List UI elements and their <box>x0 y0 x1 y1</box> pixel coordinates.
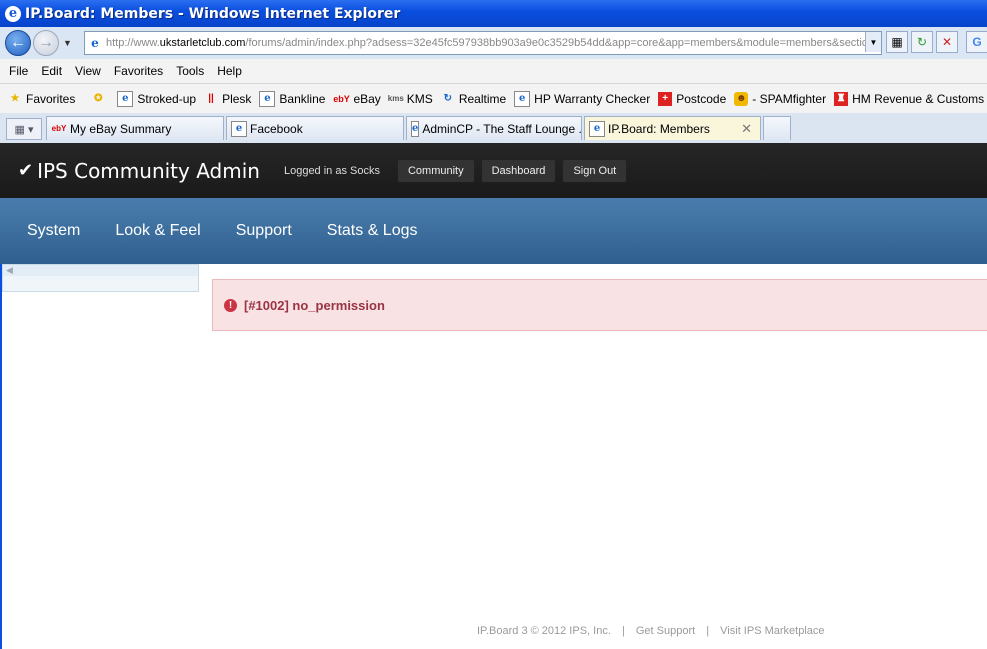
footer-copyright: IP.Board 3 © 2012 IPS, Inc. <box>477 625 611 637</box>
menu-favorites[interactable]: Favorites <box>114 64 163 78</box>
favorite-plesk[interactable]: || Plesk <box>204 92 251 106</box>
menu-view[interactable]: View <box>75 64 101 78</box>
favorite-hp-warranty[interactable]: e HP Warranty Checker <box>514 90 650 107</box>
sidebar-panel: ◀ <box>2 264 199 292</box>
new-tab-button[interactable] <box>763 116 791 140</box>
nav-look-and-feel[interactable]: Look & Feel <box>115 222 200 240</box>
menu-bar: File Edit View Favorites Tools Help <box>0 59 987 84</box>
page-footer: IP.Board 3 © 2012 IPS, Inc. | Get Suppor… <box>477 625 825 637</box>
collapse-arrow-icon[interactable]: ◀ <box>6 265 13 276</box>
ie-page-icon: e <box>411 120 420 137</box>
favorite-spamfighter[interactable]: ☻ - SPAMfighter <box>734 91 826 106</box>
menu-file[interactable]: File <box>9 64 28 78</box>
refresh-button[interactable]: ↻ <box>911 31 933 53</box>
ie-page-icon: e <box>589 120 605 137</box>
favorites-label: Favorites <box>26 91 76 106</box>
window-title-bar: e IP.Board: Members - Windows Internet E… <box>0 0 987 27</box>
search-provider-icon[interactable]: G <box>966 31 987 53</box>
footer-separator: | <box>706 625 710 637</box>
page-icon: e <box>91 36 99 50</box>
footer-get-support-link[interactable]: Get Support <box>636 625 695 637</box>
menu-tools[interactable]: Tools <box>176 64 204 78</box>
favorite-ebay[interactable]: ebY eBay <box>333 92 381 106</box>
address-bar[interactable]: e http://www.ukstarletclub.com/forums/ad… <box>84 31 882 55</box>
stop-button[interactable]: ✕ <box>936 31 958 53</box>
nav-system[interactable]: System <box>27 222 80 240</box>
forward-button[interactable]: → <box>33 30 59 56</box>
ips-header: ✔ IPS Community Admin Logged in as Socks… <box>0 143 987 198</box>
ips-logo[interactable]: ✔ IPS Community Admin <box>18 159 260 183</box>
menu-edit[interactable]: Edit <box>41 64 62 78</box>
add-favorite-icon: ✪ <box>94 93 103 104</box>
nav-support[interactable]: Support <box>236 222 292 240</box>
favorite-bankline[interactable]: e Bankline <box>259 90 325 107</box>
hmrc-icon: ♜ <box>834 91 849 106</box>
favorite-hmrc[interactable]: ♜HM Revenue & Customs - Bil... <box>834 91 987 106</box>
menu-help[interactable]: Help <box>217 64 242 78</box>
favorite-postcode[interactable]: + Postcode <box>658 91 726 106</box>
sign-out-button[interactable]: Sign Out <box>563 159 627 182</box>
ie-page-icon: e <box>514 90 531 107</box>
address-url[interactable]: http://www.ukstarletclub.com/forums/admi… <box>106 37 867 49</box>
error-icon: ! <box>224 298 237 312</box>
tab-my-ebay-summary[interactable]: ebY My eBay Summary <box>46 116 224 140</box>
ebay-icon: ebY <box>51 124 67 133</box>
navigation-bar: ← → ▼ e http://www.ukstarletclub.com/for… <box>0 27 987 59</box>
logged-in-text: Logged in as Socks <box>283 164 380 177</box>
ie-page-icon: e <box>117 90 134 107</box>
ips-header-links: Logged in as Socks Community Dashboard S… <box>283 159 634 182</box>
window-title: IP.Board: Members - Windows Internet Exp… <box>25 5 401 22</box>
ie-page-icon: e <box>231 120 247 137</box>
realtime-icon: ↻ <box>443 93 452 104</box>
footer-separator: | <box>621 625 625 637</box>
footer-marketplace-link[interactable]: Visit IPS Marketplace <box>720 625 824 637</box>
community-button[interactable]: Community <box>397 159 474 182</box>
ips-logo-text: IPS Community Admin <box>37 158 260 183</box>
tab-admincp[interactable]: e AdminCP - The Staff Lounge ... <box>406 116 582 140</box>
quick-tabs-icon: ▦ ▾ <box>14 123 34 136</box>
error-message-box: ! [#1002] no_permission <box>212 279 987 331</box>
recent-pages-dropdown[interactable]: ▼ <box>63 38 72 48</box>
error-message-text: [#1002] no_permission <box>244 297 385 313</box>
ie-logo-icon: e <box>5 5 21 22</box>
plesk-icon: || <box>208 93 214 104</box>
favorites-button[interactable]: ★ Favorites <box>8 91 76 106</box>
address-dropdown-button[interactable]: ▼ <box>865 32 881 52</box>
tab-bar: ▦ ▾ ebY My eBay Summary e Facebook e Adm… <box>0 113 987 143</box>
kms-icon: kms <box>387 94 404 103</box>
tab-ipboard-members[interactable]: e IP.Board: Members ✕ <box>584 116 761 140</box>
sidebar-toggle-row[interactable]: ◀ <box>3 265 198 276</box>
dashboard-button[interactable]: Dashboard <box>481 159 556 182</box>
ie-page-icon: e <box>259 90 276 107</box>
back-button[interactable]: ← <box>5 30 31 56</box>
favorite-realtime[interactable]: ↻ Realtime <box>441 92 507 106</box>
add-to-favorites-bar-button[interactable]: ✪ <box>91 92 109 106</box>
compatibility-view-button[interactable]: ▦ <box>886 31 908 53</box>
favorites-bar: ★ Favorites ✪ e Stroked-up || Plesk e Bankl… <box>0 84 987 113</box>
quick-tabs-button[interactable]: ▦ ▾ <box>6 118 42 140</box>
tab-facebook[interactable]: e Facebook <box>226 116 404 140</box>
spamfighter-icon: ☻ <box>734 91 749 106</box>
favorites-star-icon: ★ <box>10 93 20 104</box>
ips-main-nav: System Look & Feel Support Stats & Logs <box>0 198 987 264</box>
close-tab-icon[interactable]: ✕ <box>741 121 752 137</box>
postcode-icon: + <box>658 91 673 106</box>
nav-stats-and-logs[interactable]: Stats & Logs <box>327 222 418 240</box>
ebay-icon: ebY <box>333 93 350 104</box>
favorite-stroked-up[interactable]: e Stroked-up <box>117 90 196 107</box>
favorite-kms[interactable]: kms KMS <box>387 92 433 106</box>
ips-check-icon: ✔ <box>18 160 34 181</box>
